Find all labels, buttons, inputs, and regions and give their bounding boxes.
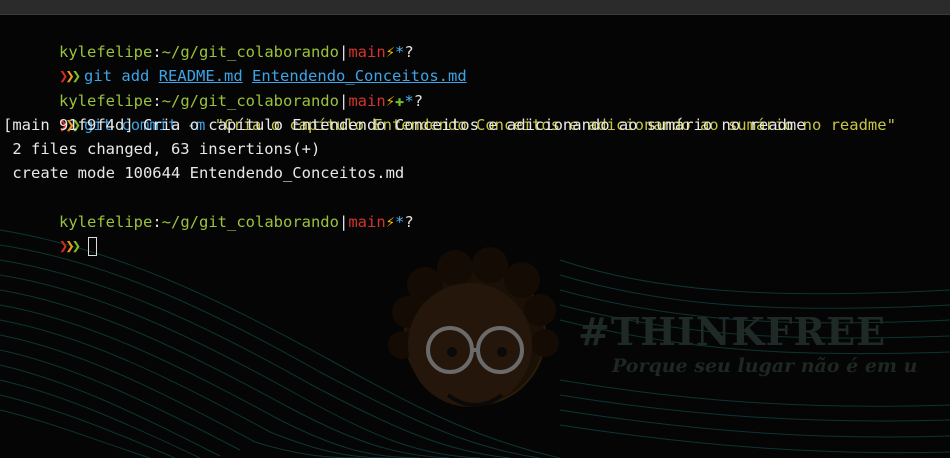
prompt-separator: | bbox=[338, 91, 349, 110]
prompt-colon: : bbox=[152, 91, 162, 110]
prompt-path: ~/g/git_colaborando bbox=[161, 212, 339, 231]
output-create-mode: create mode 100644 Entendendo_Conceitos.… bbox=[3, 164, 405, 183]
terminal-window[interactable]: #THINKFREE Porque seu lugar não é em u k… bbox=[0, 0, 950, 458]
prompt-colon: : bbox=[152, 43, 162, 62]
wallpaper-tagline: Porque seu lugar não é em u bbox=[612, 355, 918, 377]
prompt-user: kylefelipe bbox=[59, 43, 153, 62]
untracked-indicator: ? bbox=[413, 91, 424, 110]
prompt-line-1: kylefelipe:~/g/git_colaborando|main⚡*? bbox=[3, 16, 950, 61]
prompt-arrows-icon: ❯❯❯ bbox=[59, 236, 81, 255]
prompt-separator: | bbox=[338, 212, 349, 231]
prompt-colon: : bbox=[152, 212, 162, 231]
prompt-branch: main bbox=[348, 212, 386, 231]
bolt-icon: ⚡ bbox=[385, 91, 395, 110]
dirty-indicator: * bbox=[395, 212, 405, 231]
mascot-face bbox=[388, 247, 559, 407]
dirty-indicator: * bbox=[395, 43, 405, 62]
prompt-line-3: kylefelipe:~/g/git_colaborando|main⚡*? bbox=[3, 185, 950, 231]
prompt-user: kylefelipe bbox=[59, 91, 153, 110]
dirty-indicator: * bbox=[404, 91, 414, 110]
prompt-branch: main bbox=[348, 91, 386, 110]
prompt-separator: | bbox=[338, 43, 349, 62]
prompt-arrows-icon: ❯❯❯ bbox=[59, 67, 81, 86]
prompt-path: ~/g/git_colaborando bbox=[161, 91, 339, 110]
untracked-indicator: ? bbox=[404, 212, 414, 231]
file-link-entendendo[interactable]: Entendendo_Conceitos.md bbox=[252, 67, 467, 85]
file-link-readme[interactable]: README.md bbox=[159, 67, 243, 85]
prompt-user: kylefelipe bbox=[59, 212, 153, 231]
output-files-changed: 2 files changed, 63 insertions(+) bbox=[3, 139, 321, 158]
text-cursor[interactable] bbox=[88, 236, 98, 256]
staged-plus-icon: ✚ bbox=[395, 91, 405, 110]
bolt-icon: ⚡ bbox=[385, 212, 395, 231]
bolt-icon: ⚡ bbox=[385, 43, 395, 62]
terminal-output[interactable]: kylefelipe:~/g/git_colaborando|main⚡*? ❯… bbox=[3, 16, 950, 256]
command-git-add: git add bbox=[84, 67, 150, 86]
untracked-indicator: ? bbox=[404, 43, 414, 62]
prompt-path: ~/g/git_colaborando bbox=[161, 43, 339, 62]
wallpaper-brand: #THINKFREE bbox=[578, 309, 887, 354]
prompt-branch: main bbox=[348, 43, 386, 62]
